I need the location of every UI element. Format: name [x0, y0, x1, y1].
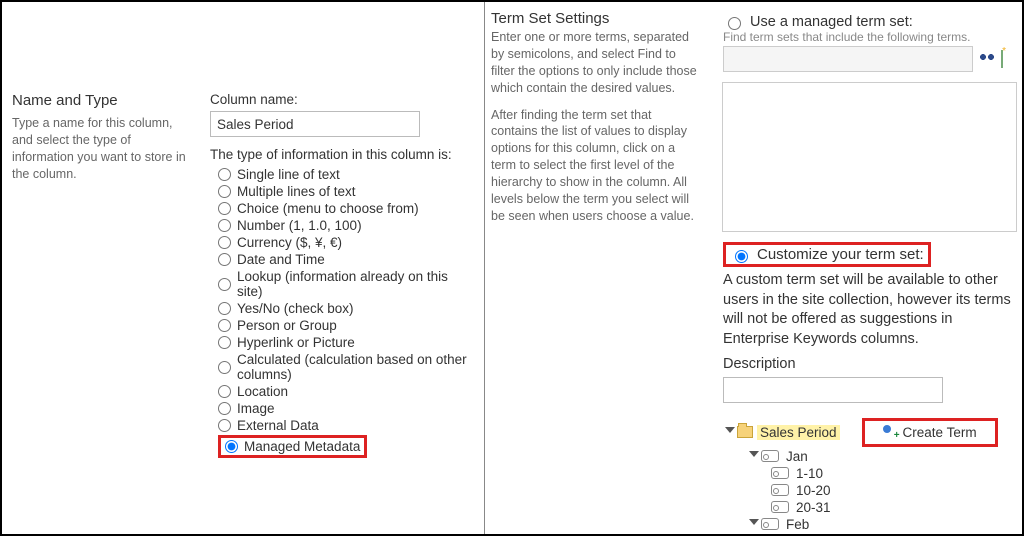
column-type-radio[interactable] [218, 336, 231, 349]
find-term-sets-hint: Find term sets that include the followin… [723, 30, 1017, 44]
column-type-radio[interactable] [218, 185, 231, 198]
find-terms-input[interactable] [723, 46, 973, 72]
column-type-option[interactable]: Hyperlink or Picture [210, 334, 472, 351]
section-term-set-settings: Term Set Settings [491, 10, 701, 27]
column-type-label: Choice (menu to choose from) [237, 201, 419, 216]
tree-root-row[interactable]: Sales Period Create Term [723, 417, 1017, 448]
column-type-option[interactable]: Yes/No (check box) [210, 300, 472, 317]
create-term-label: Create Term [903, 425, 977, 440]
expand-icon[interactable] [747, 451, 757, 461]
tree-leaf-row[interactable]: 10-20 [771, 482, 1017, 499]
column-name-label: Column name: [210, 92, 472, 107]
column-type-radio[interactable] [218, 236, 231, 249]
column-type-radio[interactable] [218, 202, 231, 215]
column-type-option[interactable]: Managed Metadata [210, 434, 472, 459]
termset-folder-icon [737, 426, 753, 438]
create-term-button[interactable]: Create Term [862, 418, 998, 447]
column-type-label: Number (1, 1.0, 100) [237, 218, 362, 233]
term-set-help-2: After finding the term set that contains… [491, 107, 701, 225]
find-icon[interactable] [979, 51, 995, 67]
column-type-radio[interactable] [218, 168, 231, 181]
tree-node-row[interactable]: Feb [747, 516, 1017, 533]
create-term-icon [883, 425, 897, 439]
term-tag-icon [771, 501, 789, 513]
tree-leaf-label[interactable]: 10-20 [793, 483, 834, 498]
tree-leaf-row[interactable]: 1-10 [771, 465, 1017, 482]
column-name-input[interactable] [210, 111, 420, 137]
customize-term-set-radio[interactable] [735, 250, 748, 263]
column-type-radio[interactable] [218, 253, 231, 266]
expand-icon[interactable] [723, 427, 733, 437]
column-type-radio[interactable] [218, 219, 231, 232]
tree-leaf-label[interactable]: 20-31 [793, 500, 834, 515]
use-managed-term-set-radio[interactable] [728, 17, 741, 30]
type-prompt: The type of information in this column i… [210, 147, 472, 162]
column-type-label: External Data [237, 418, 319, 433]
column-type-label: Lookup (information already on this site… [237, 269, 472, 299]
column-type-label: Location [237, 384, 288, 399]
name-and-type-help: Type a name for this column, and select … [12, 115, 192, 183]
customize-term-set-description: A custom term set will be available to o… [723, 271, 1017, 349]
column-type-radio[interactable] [218, 402, 231, 415]
column-type-radio[interactable] [218, 385, 231, 398]
column-type-radio[interactable] [218, 278, 231, 291]
expand-icon[interactable] [747, 519, 757, 529]
tree-node-label[interactable]: Feb [783, 517, 812, 532]
column-type-label: Hyperlink or Picture [237, 335, 355, 350]
term-tag-icon [761, 518, 779, 530]
column-type-label: Single line of text [237, 167, 340, 182]
term-set-results-area [722, 82, 1017, 232]
use-managed-term-set-label: Use a managed term set: [750, 14, 913, 30]
column-type-option[interactable]: Multiple lines of text [210, 183, 472, 200]
column-type-option[interactable]: Lookup (information already on this site… [210, 268, 472, 300]
term-tree: Sales Period Create Term Jan 1-10 10-20 20-… [723, 417, 1017, 534]
column-type-radio[interactable] [225, 440, 238, 453]
term-tag-icon [761, 450, 779, 462]
column-type-option[interactable]: Single line of text [210, 166, 472, 183]
column-type-label: Managed Metadata [244, 439, 360, 454]
column-type-option[interactable]: Calculated (calculation based on other c… [210, 351, 472, 383]
column-type-radio[interactable] [218, 361, 231, 374]
column-type-option[interactable]: Number (1, 1.0, 100) [210, 217, 472, 234]
column-type-radio[interactable] [218, 419, 231, 432]
term-set-help-1: Enter one or more terms, separated by se… [491, 29, 701, 97]
tree-leaf-row[interactable]: 1-10 [771, 533, 1017, 534]
column-type-radio[interactable] [218, 319, 231, 332]
tree-leaf-label[interactable]: 1-10 [793, 466, 826, 481]
tree-node-row[interactable]: Jan [747, 448, 1017, 465]
column-type-label: Person or Group [237, 318, 337, 333]
column-type-label: Date and Time [237, 252, 325, 267]
column-type-label: Calculated (calculation based on other c… [237, 352, 472, 382]
column-type-label: Yes/No (check box) [237, 301, 354, 316]
tree-leaf-row[interactable]: 20-31 [771, 499, 1017, 516]
column-type-label: Currency ($, ¥, €) [237, 235, 342, 250]
column-type-option[interactable]: Choice (menu to choose from) [210, 200, 472, 217]
column-type-label: Image [237, 401, 275, 416]
column-type-option[interactable]: Person or Group [210, 317, 472, 334]
term-tag-icon [771, 484, 789, 496]
tree-root-label[interactable]: Sales Period [757, 425, 840, 440]
column-type-option[interactable]: Image [210, 400, 472, 417]
section-name-and-type: Name and Type [12, 92, 192, 109]
column-type-option[interactable]: Currency ($, ¥, €) [210, 234, 472, 251]
customize-term-set-label: Customize your term set: [757, 246, 924, 263]
column-type-radio[interactable] [218, 302, 231, 315]
term-tag-icon [771, 467, 789, 479]
description-input[interactable] [723, 377, 943, 403]
reset-icon[interactable] [1001, 51, 1017, 67]
column-type-option[interactable]: Date and Time [210, 251, 472, 268]
tree-node-label[interactable]: Jan [783, 449, 811, 464]
column-type-label: Multiple lines of text [237, 184, 356, 199]
column-type-option[interactable]: External Data [210, 417, 472, 434]
description-label: Description [723, 355, 1017, 375]
column-type-option[interactable]: Location [210, 383, 472, 400]
